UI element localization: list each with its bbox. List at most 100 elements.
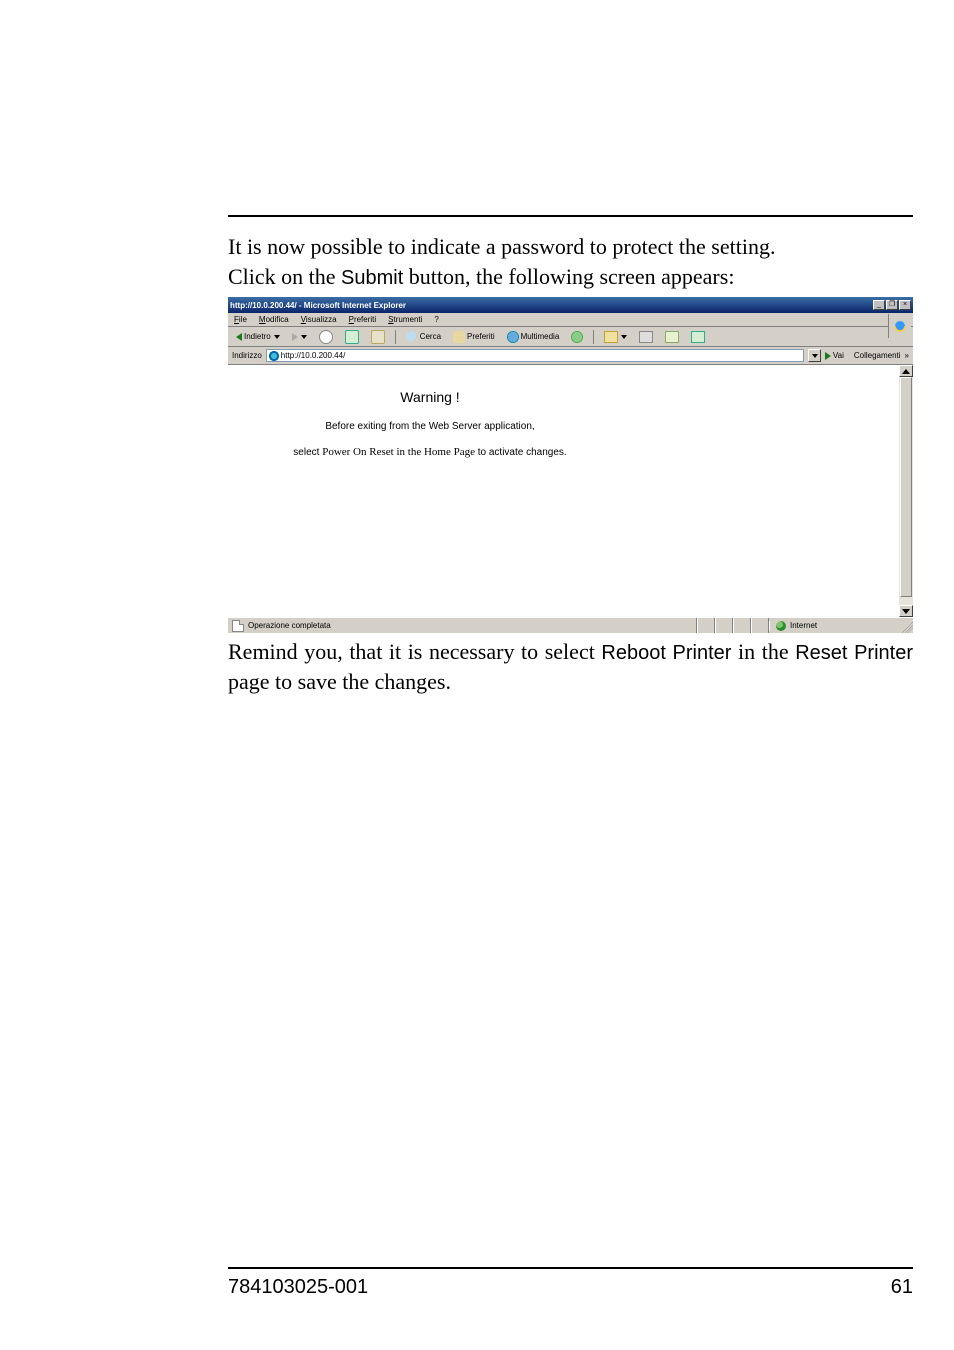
scroll-thumb[interactable] [900,377,912,597]
footer-rule [228,1267,913,1269]
media-label: Multimedia [521,332,560,341]
statusbar: Operazione completata Internet [228,617,913,633]
after-a: Remind you, that it is necessary to sele… [228,639,601,664]
print-icon [639,331,653,343]
chevrons-icon[interactable]: » [905,351,909,360]
edit-icon [665,331,679,343]
menubar: FFileile Modifica Visualizza Preferiti S… [228,313,913,327]
forward-button[interactable] [288,331,311,343]
status-left: Operazione completata [228,618,697,633]
status-panes [697,618,769,633]
status-zone: Internet [769,621,899,631]
warning-box: Warning ! Before exiting from the Web Se… [250,389,610,458]
search-label: Cerca [420,332,441,341]
arrow-right-icon [292,333,298,341]
stop-button[interactable] [315,328,337,346]
back-label: Indietro [244,332,271,341]
caret-icon [621,335,627,339]
address-input[interactable]: http://10.0.200.44/ [266,349,804,362]
search-button[interactable]: Cerca [402,329,445,345]
ie-screenshot: http://10.0.200.44/ - Microsoft Internet… [228,297,913,631]
caret-icon [812,354,818,358]
go-button[interactable]: Vai [825,351,844,360]
intro-paragraph: It is now possible to indicate a passwor… [228,232,913,292]
top-rule [228,215,913,217]
footer-left: 784103025-001 [228,1276,368,1299]
edit-button[interactable] [661,329,683,345]
menu-strumenti[interactable]: Strumenti [388,315,422,324]
maximize-button[interactable]: ❐ [886,300,898,310]
menu-help[interactable]: ? [434,315,438,324]
excel-button[interactable] [687,329,709,345]
triangle-up-icon [902,369,910,374]
window-titlebar: http://10.0.200.44/ - Microsoft Internet… [228,297,913,313]
address-dropdown[interactable] [808,349,821,362]
after-c: in the [731,639,795,664]
status-pane [715,618,733,633]
warn2-mid: in the [394,446,424,458]
toolbar-divider [395,330,396,344]
history-button[interactable] [567,329,587,345]
window-title: http://10.0.200.44/ - Microsoft Internet… [230,301,406,310]
mail-icon [604,331,618,343]
stop-icon [319,330,333,344]
warning-line2: select Power On Reset in the Home Page t… [250,446,610,458]
history-icon [571,331,583,343]
close-button[interactable]: × [899,300,911,310]
vertical-scrollbar[interactable] [899,365,913,617]
status-pane [751,618,769,633]
status-pane [697,618,715,633]
globe-icon [776,621,786,631]
zone-label: Internet [790,621,817,630]
search-icon [406,331,418,343]
arrow-left-icon [236,333,242,341]
scroll-down-button[interactable] [899,605,913,617]
address-value: http://10.0.200.44/ [281,351,346,360]
menu-visualizza[interactable]: Visualizza [301,315,337,324]
after-d: Reset Printer [795,642,913,664]
window-buttons: _ ❐ × [873,300,911,310]
menu-preferiti[interactable]: Preferiti [349,315,377,324]
ie-page-icon [269,351,279,361]
warning-title: Warning ! [250,389,610,405]
ie-logo-icon [888,314,911,338]
scroll-up-button[interactable] [899,365,913,377]
caret-icon [301,335,307,339]
intro-line2c: button, the following screen appears: [403,264,734,289]
submit-word: Submit [341,267,403,289]
warn2-pre: select [293,447,322,458]
mail-button[interactable] [600,329,631,345]
status-text: Operazione completata [248,621,331,630]
intro-line1: It is now possible to indicate a passwor… [228,234,775,259]
favorites-button[interactable]: Preferiti [449,329,499,345]
resize-grip-icon[interactable] [899,619,913,633]
back-button[interactable]: Indietro [232,330,284,343]
page-footer: 784103025-001 61 [228,1276,913,1299]
links-label[interactable]: Collegamenti [854,351,901,360]
warning-line1: Before exiting from the Web Server appli… [250,421,610,432]
refresh-button[interactable] [341,328,363,346]
caret-icon [274,335,280,339]
toolbar: Indietro Cerca Preferiti Multimedia [228,327,913,347]
refresh-icon [345,330,359,344]
warn2-post: to activate changes. [475,447,567,458]
media-icon [507,331,519,343]
toolbar-divider [593,330,594,344]
intro-line2a: Click on the [228,264,341,289]
star-icon [453,331,465,343]
minimize-button[interactable]: _ [873,300,885,310]
print-button[interactable] [635,329,657,345]
page-icon [232,620,244,632]
status-pane [733,618,751,633]
browser-viewport: Warning ! Before exiting from the Web Se… [228,365,913,617]
home-button[interactable] [367,328,389,346]
media-button[interactable]: Multimedia [503,329,564,345]
menu-modifica[interactable]: Modifica [259,315,289,324]
favorites-label: Preferiti [467,332,495,341]
warn2-strong2: Home Page [424,446,475,458]
after-e: page to save the changes. [228,669,451,694]
menu-file[interactable]: FFileile [234,315,247,324]
go-label: Vai [833,351,844,360]
home-icon [371,330,385,344]
excel-icon [691,331,705,343]
